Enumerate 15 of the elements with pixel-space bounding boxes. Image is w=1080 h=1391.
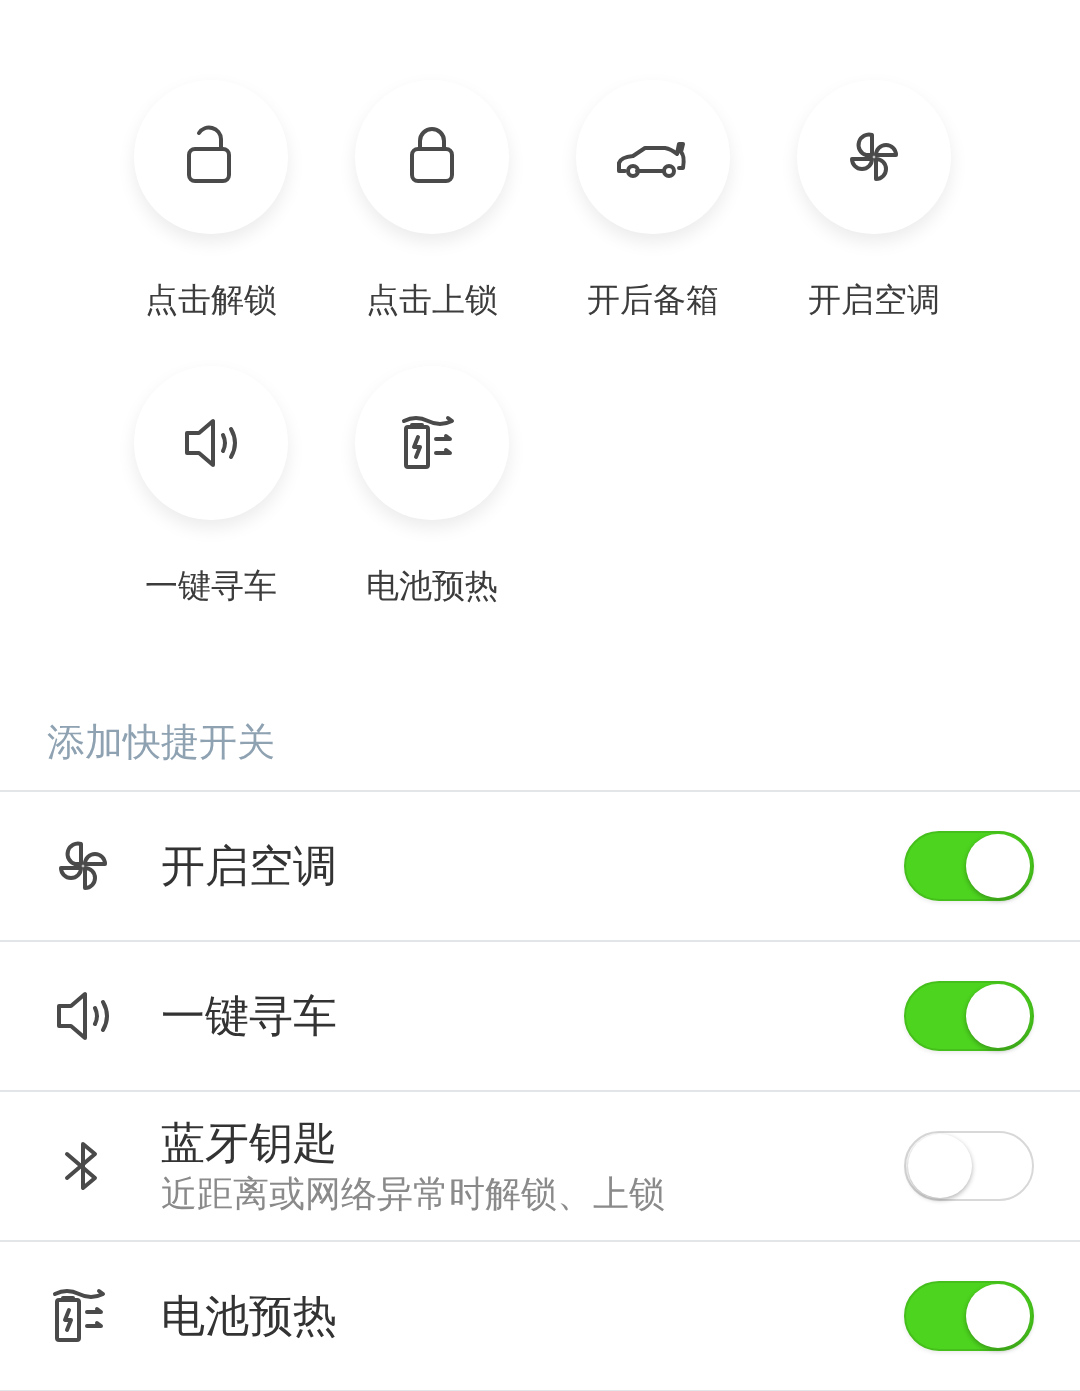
switch-label: 开启空调 xyxy=(161,839,338,893)
switch-description: 近距离或网络异常时解锁、上锁 xyxy=(161,1172,666,1216)
quick-action-label: 电池预热 xyxy=(365,566,498,606)
quick-action-label: 开启空调 xyxy=(807,280,940,320)
quick-action-label: 点击解锁 xyxy=(144,280,277,320)
quick-action-label: 开后备箱 xyxy=(586,280,719,320)
toggle-switch[interactable] xyxy=(904,831,1034,901)
toggle-switch[interactable] xyxy=(904,981,1034,1051)
toggle-switch[interactable] xyxy=(904,1281,1034,1351)
switch-label: 蓝牙钥匙 xyxy=(161,1116,338,1170)
section-title: 添加快捷开关 xyxy=(47,719,276,766)
switch-label: 一键寻车 xyxy=(161,989,338,1043)
quick-action-label: 点击上锁 xyxy=(365,280,498,320)
quick-action-label: 一键寻车 xyxy=(144,566,277,606)
switch-label: 电池预热 xyxy=(161,1289,338,1343)
